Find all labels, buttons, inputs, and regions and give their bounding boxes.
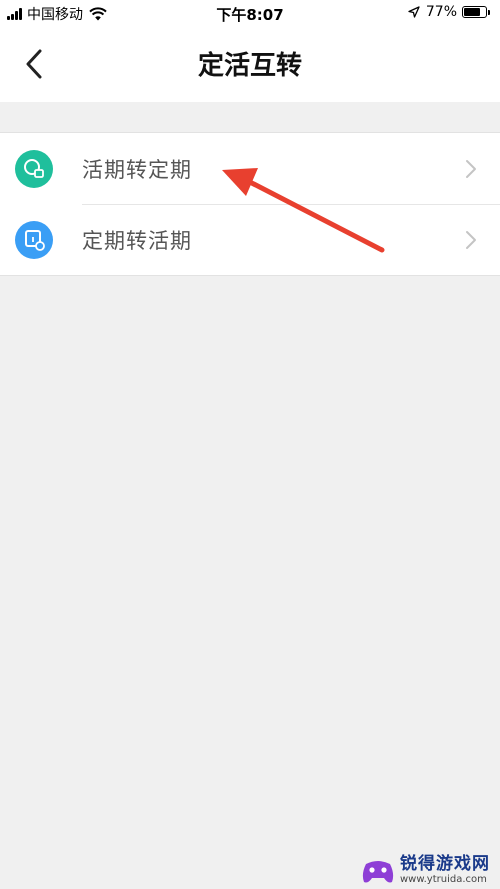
fixed-to-current-icon xyxy=(15,220,53,259)
list-item-fixed-to-current[interactable]: 定期转活期 xyxy=(0,204,500,275)
chevron-right-icon xyxy=(466,230,476,249)
list-item-label: 定期转活期 xyxy=(82,228,192,253)
chevron-left-icon xyxy=(26,49,42,79)
location-arrow-icon xyxy=(408,6,420,18)
list-item-label: 活期转定期 xyxy=(82,157,192,182)
list-item-current-to-fixed[interactable]: 活期转定期 xyxy=(0,133,500,204)
transfer-menu-list: 活期转定期 定期转活期 xyxy=(0,132,500,276)
chevron-right-icon xyxy=(466,159,476,178)
watermark-text: 锐得游戏网 www.ytruida.com xyxy=(400,855,490,886)
battery-fill xyxy=(464,8,480,16)
battery-percent: 77% xyxy=(425,4,457,20)
watermark-title: 锐得游戏网 xyxy=(400,854,490,874)
back-button[interactable] xyxy=(14,44,54,84)
battery-icon xyxy=(462,6,487,18)
nav-bar: 定活互转 xyxy=(0,26,500,102)
watermark-url: www.ytruida.com xyxy=(400,874,487,885)
gamepad-logo-icon xyxy=(362,860,394,882)
battery-cap xyxy=(488,9,490,15)
watermark: 锐得游戏网 www.ytruida.com xyxy=(360,852,500,889)
status-bar: 中国移动 下午8:07 77% xyxy=(0,0,500,26)
status-right: 77% xyxy=(408,4,490,20)
current-to-fixed-icon xyxy=(15,149,53,188)
page-title: 定活互转 xyxy=(197,51,302,81)
